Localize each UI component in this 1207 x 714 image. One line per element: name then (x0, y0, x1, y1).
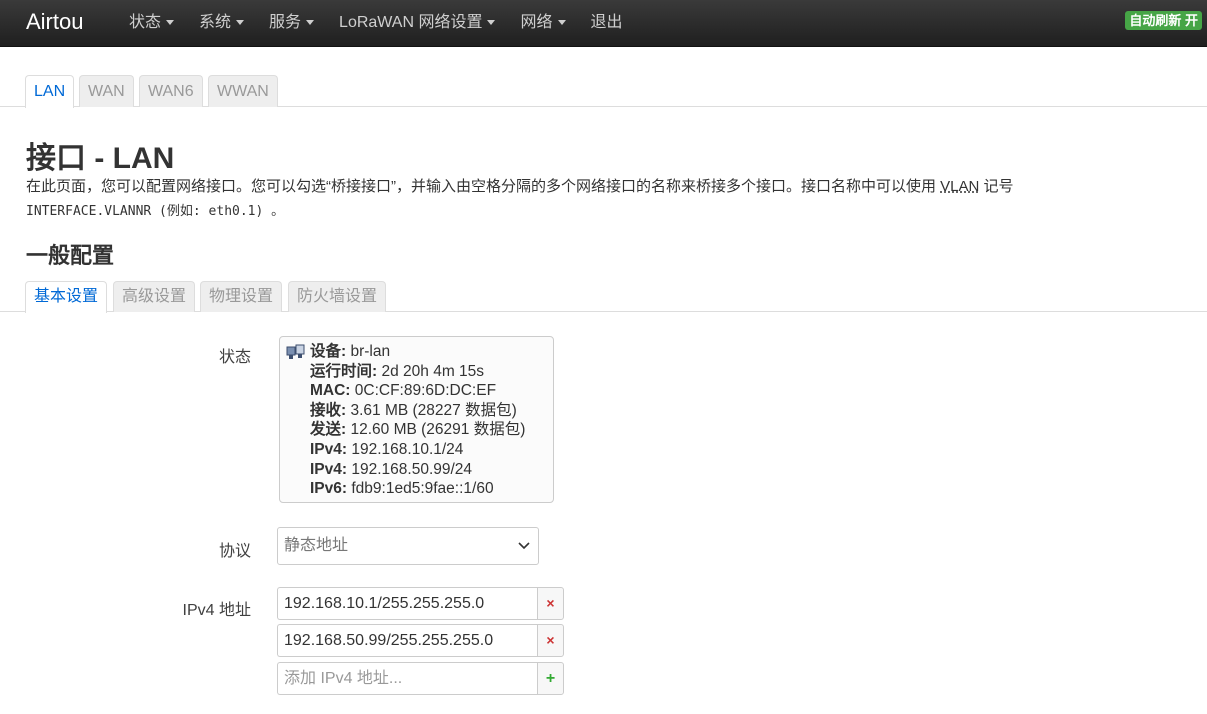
menu-status[interactable]: 状态 (129, 0, 175, 47)
menu-label: 服务 (269, 14, 302, 31)
config-tabs: 基本设置 高级设置 物理设置 防火墙设置 (0, 281, 1207, 313)
status-panel: 设备: br-lan 运行时间: 2d 20h 4m 15s MAC: 0C:C… (279, 336, 554, 503)
description-text: 记号 (979, 178, 1014, 195)
remove-button[interactable]: × (537, 624, 564, 657)
tab-basic-settings[interactable]: 基本设置 (25, 281, 108, 313)
caret-down-icon (487, 20, 496, 26)
tab-lan[interactable]: LAN (25, 75, 75, 108)
brand-logo[interactable]: Airtou (26, 9, 83, 35)
auto-refresh-toggle[interactable]: 自动刷新 开 (1125, 11, 1202, 30)
top-navbar: Airtou 状态 系统 服务 LoRaWAN 网络设置 网络 退出 自动刷新 … (0, 0, 1207, 47)
menu-label: 状态 (129, 14, 162, 31)
status-line-device: 设备: br-lan (310, 342, 525, 362)
menu-logout[interactable]: 退出 (591, 0, 623, 47)
status-key: MAC: (310, 382, 351, 400)
status-line-uptime: 运行时间: 2d 20h 4m 15s (310, 362, 525, 382)
status-line-ipv4: IPv4: 192.168.50.99/24 (310, 460, 525, 480)
caret-down-icon (166, 20, 175, 26)
status-line-rx: 接收: 3.61 MB (28227 数据包) (310, 401, 525, 421)
tab-advanced-settings[interactable]: 高级设置 (113, 281, 196, 312)
ipv4-add-row: 添加 IPv4 地址... + (277, 662, 564, 695)
add-ipv4-address-input[interactable]: 添加 IPv4 地址... (277, 662, 538, 695)
status-value: br-lan (346, 343, 391, 360)
caret-down-icon (236, 20, 245, 26)
page-title: 接口 - LAN (26, 142, 175, 175)
section-title: 一般配置 (26, 243, 115, 268)
remove-button[interactable]: × (537, 587, 564, 620)
tab-physical-settings[interactable]: 物理设置 (200, 281, 283, 312)
tab-firewall-settings[interactable]: 防火墙设置 (288, 281, 387, 312)
ipv4-address-row: 192.168.10.1/255.255.255.0 × (277, 587, 564, 620)
status-value: 0C:CF:89:6D:DC:EF (350, 382, 497, 400)
ipv4-address-row: 192.168.50.99/255.255.255.0 × (277, 624, 564, 657)
ipv4-address-input[interactable]: 192.168.50.99/255.255.255.0 (277, 624, 538, 657)
status-line-tx: 发送: 12.60 MB (26291 数据包) (310, 420, 525, 440)
status-key: 设备: (310, 343, 347, 360)
tab-wan[interactable]: WAN (79, 75, 134, 107)
menu-label: 系统 (199, 14, 232, 31)
add-button[interactable]: + (537, 662, 564, 695)
ipv4-address-label: IPv4 地址 (182, 602, 251, 619)
menu-label: LoRaWAN 网络设置 (339, 14, 483, 31)
protocol-label: 协议 (218, 543, 251, 560)
menu-services[interactable]: 服务 (269, 0, 315, 47)
status-key: IPv4: (310, 460, 348, 478)
status-key: 运行时间: (310, 362, 378, 380)
tab-wan6[interactable]: WAN6 (139, 75, 203, 107)
caret-down-icon (557, 20, 566, 26)
tab-wwan[interactable]: WWAN (208, 75, 278, 107)
status-value: 192.168.10.1/24 (347, 440, 464, 458)
status-key: IPv6: (310, 480, 348, 498)
protocol-select[interactable]: 静态地址 (277, 527, 539, 565)
description-text: 在此页面，您可以配置网络接口。您可以勾选“桥接接口”，并输入由空格分隔的多个网络… (26, 178, 941, 195)
menu-system[interactable]: 系统 (199, 0, 245, 47)
status-value: 2d 20h 4m 15s (377, 362, 485, 380)
menu-lorawan[interactable]: LoRaWAN 网络设置 (339, 0, 496, 47)
status-details: 设备: br-lan 运行时间: 2d 20h 4m 15s MAC: 0C:C… (310, 342, 525, 499)
status-value: 3.61 MB (28227 数据包) (346, 401, 517, 419)
ethernet-icon (286, 344, 305, 359)
status-key: IPv4: (310, 440, 348, 458)
ipv4-address-input[interactable]: 192.168.10.1/255.255.255.0 (277, 587, 538, 620)
status-value: 12.60 MB (26291 数据包) (346, 421, 526, 439)
description-text: ) 。 (255, 204, 285, 219)
status-key: 接收: (310, 401, 347, 419)
code-sample: INTERFACE.VLANNR (26, 204, 152, 219)
status-line-ipv6: IPv6: fdb9:1ed5:9fae::1/60 (310, 479, 525, 499)
interface-tabs: LAN WAN WAN6 WWAN (0, 75, 1207, 108)
menu-network[interactable]: 网络 (520, 0, 566, 47)
status-line-mac: MAC: 0C:CF:89:6D:DC:EF (310, 381, 525, 401)
status-line-ipv4: IPv4: 192.168.10.1/24 (310, 440, 525, 460)
status-value: 192.168.50.99/24 (347, 460, 473, 478)
vlan-abbr: VLAN (940, 178, 980, 195)
status-value: fdb9:1ed5:9fae::1/60 (347, 480, 494, 498)
chevron-down-icon (518, 542, 530, 550)
page-description: 在此页面，您可以配置网络接口。您可以勾选“桥接接口”，并输入由空格分隔的多个网络… (26, 175, 1196, 224)
menu-label: 退出 (590, 14, 623, 31)
code-example: eth0.1 (208, 204, 256, 219)
main-menu: 状态 系统 服务 LoRaWAN 网络设置 网络 退出 (129, 0, 648, 47)
protocol-selected-value: 静态地址 (284, 537, 349, 554)
status-label: 状态 (218, 349, 251, 366)
caret-down-icon (306, 20, 315, 26)
status-key: 发送: (310, 421, 347, 439)
description-text: (例如: (151, 204, 209, 219)
menu-label: 网络 (520, 14, 553, 31)
